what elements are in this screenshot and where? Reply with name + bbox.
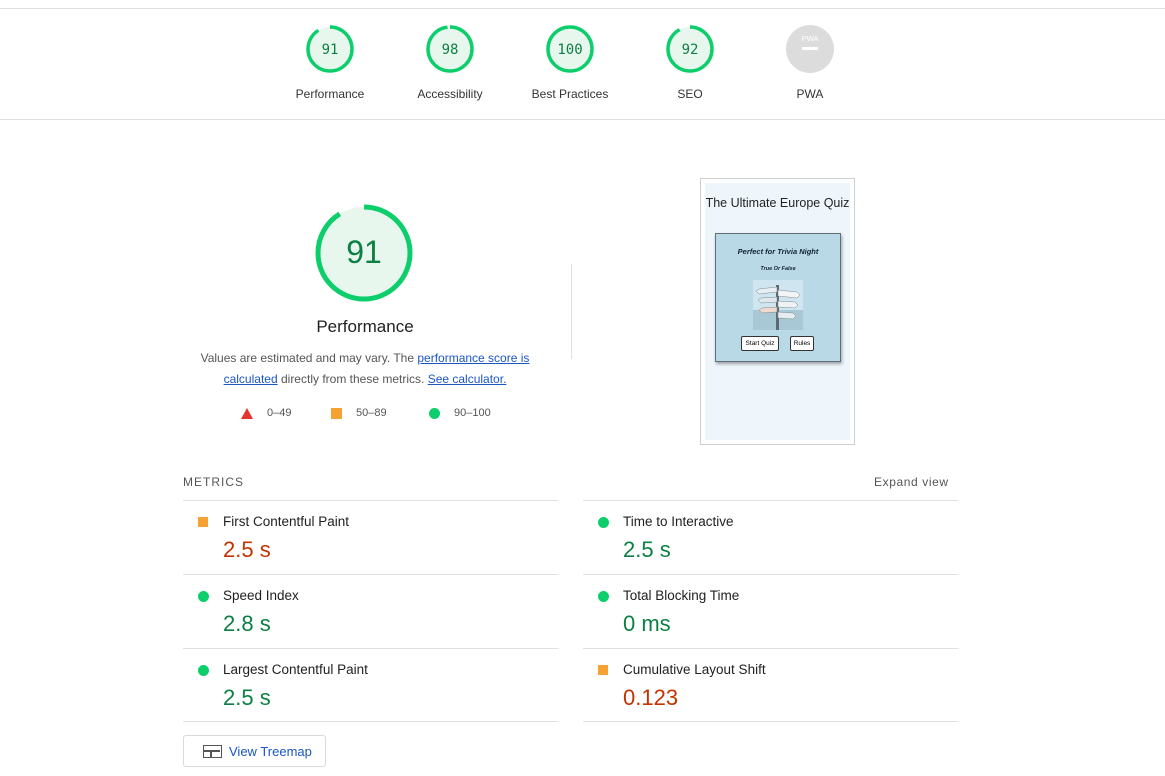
view-treemap-label: View Treemap: [229, 744, 312, 759]
performance-score: 91: [346, 234, 382, 270]
gauge-accessibility[interactable]: 98 Accessibility: [390, 23, 510, 101]
legend-average-label: 50–89: [356, 407, 387, 419]
gauge-performance-ring: 91: [306, 25, 354, 73]
metric-value: 0.123: [623, 685, 679, 710]
metric-name: Time to Interactive: [623, 514, 734, 529]
metric-name: Total Blocking Time: [623, 588, 740, 603]
expand-view-toggle[interactable]: Expand view: [874, 475, 949, 489]
metric-first-contentful-paint: First Contentful Paint 2.5 s: [183, 500, 558, 574]
gauge-performance-score: 91: [322, 42, 339, 58]
vertical-divider: [571, 264, 572, 359]
performance-title: Performance: [316, 317, 414, 336]
pass-circle-icon: [198, 665, 209, 676]
performance-gauge: 91: [315, 204, 413, 302]
legend-pass: 90–100: [429, 407, 491, 419]
metric-value: 2.5 s: [223, 685, 271, 710]
pass-circle-icon: [598, 591, 609, 602]
metrics-bottom-divider: [583, 721, 958, 722]
see-calculator-link[interactable]: See calculator.: [428, 372, 507, 386]
treemap-icon: [203, 745, 222, 758]
square-icon: [331, 407, 342, 419]
gauge-best-practices-score: 100: [557, 42, 582, 58]
gauge-accessibility-score: 98: [442, 42, 459, 58]
legend-average: 50–89: [331, 407, 387, 419]
metric-value: 0 ms: [623, 611, 671, 636]
metric-largest-contentful-paint: Largest Contentful Paint 2.5 s: [183, 648, 558, 722]
average-square-icon: [598, 665, 608, 675]
gauge-performance[interactable]: 91 Performance: [270, 23, 390, 101]
metric-name: Cumulative Layout Shift: [623, 662, 766, 677]
triangle-icon: [241, 407, 253, 419]
view-treemap-button[interactable]: View Treemap: [183, 735, 326, 767]
metric-cumulative-layout-shift: Cumulative Layout Shift 0.123: [583, 648, 958, 722]
signpost-image: [753, 280, 803, 330]
legend-fail: 0–49: [241, 407, 291, 419]
perf-desc-middle: directly from these metrics.: [277, 372, 428, 386]
gauge-performance-label: Performance: [295, 87, 365, 101]
metric-value: 2.5 s: [623, 537, 671, 562]
screenshot-page: The Ultimate Europe Quiz Perfect for Tri…: [705, 183, 850, 440]
pwa-badge-text: PWA: [802, 34, 819, 43]
screenshot-rules-button: Rules: [790, 336, 814, 351]
screenshot-title: The Ultimate Europe Quiz: [705, 196, 850, 210]
circle-icon: [429, 407, 440, 419]
metric-name: First Contentful Paint: [223, 514, 350, 529]
metric-name: Speed Index: [223, 588, 299, 603]
screenshot-card: Perfect for Trivia Night True Or False S…: [715, 233, 841, 362]
gauge-seo-ring: 92: [666, 25, 714, 73]
screenshot-card-subheading: True Or False: [760, 266, 796, 272]
screenshot-card-heading: Perfect for Trivia Night: [737, 247, 819, 256]
pass-circle-icon: [598, 517, 609, 528]
metric-speed-index: Speed Index 2.8 s: [183, 574, 558, 648]
metric-time-to-interactive: Time to Interactive 2.5 s: [583, 500, 958, 574]
gauge-accessibility-ring: 98: [426, 25, 474, 73]
pass-circle-icon: [198, 591, 209, 602]
gauge-pwa-label: PWA: [796, 87, 824, 101]
legend-fail-label: 0–49: [267, 407, 292, 419]
pwa-badge-icon: PWA: [786, 25, 834, 73]
metrics-heading: METRICS: [183, 475, 244, 489]
gauge-best-practices-ring: 100: [546, 25, 594, 73]
gauge-best-practices[interactable]: 100 Best Practices: [510, 23, 630, 101]
gauge-accessibility-label: Accessibility: [417, 87, 483, 101]
gauge-seo[interactable]: 92 SEO: [630, 23, 750, 101]
perf-desc-prefix: Values are estimated and may vary. The: [200, 351, 418, 365]
gauge-pwa[interactable]: PWA PWA: [750, 23, 870, 101]
average-square-icon: [198, 517, 208, 527]
metric-total-blocking-time: Total Blocking Time 0 ms: [583, 574, 958, 648]
metric-value: 2.8 s: [223, 611, 271, 636]
performance-description: Values are estimated and may vary. The p…: [190, 348, 540, 390]
category-header: 91 Performance 98 Accessibility 100 Best…: [0, 9, 1165, 120]
gauge-best-practices-label: Best Practices: [531, 87, 609, 101]
metric-value: 2.5 s: [223, 537, 271, 562]
legend-pass-label: 90–100: [454, 407, 491, 419]
gauge-seo-label: SEO: [677, 87, 703, 101]
final-screenshot[interactable]: The Ultimate Europe Quiz Perfect for Tri…: [700, 178, 855, 445]
metric-name: Largest Contentful Paint: [223, 662, 368, 677]
screenshot-start-quiz-button: Start Quiz: [741, 336, 779, 351]
gauge-seo-score: 92: [682, 42, 699, 58]
metrics-bottom-divider: [183, 721, 558, 722]
